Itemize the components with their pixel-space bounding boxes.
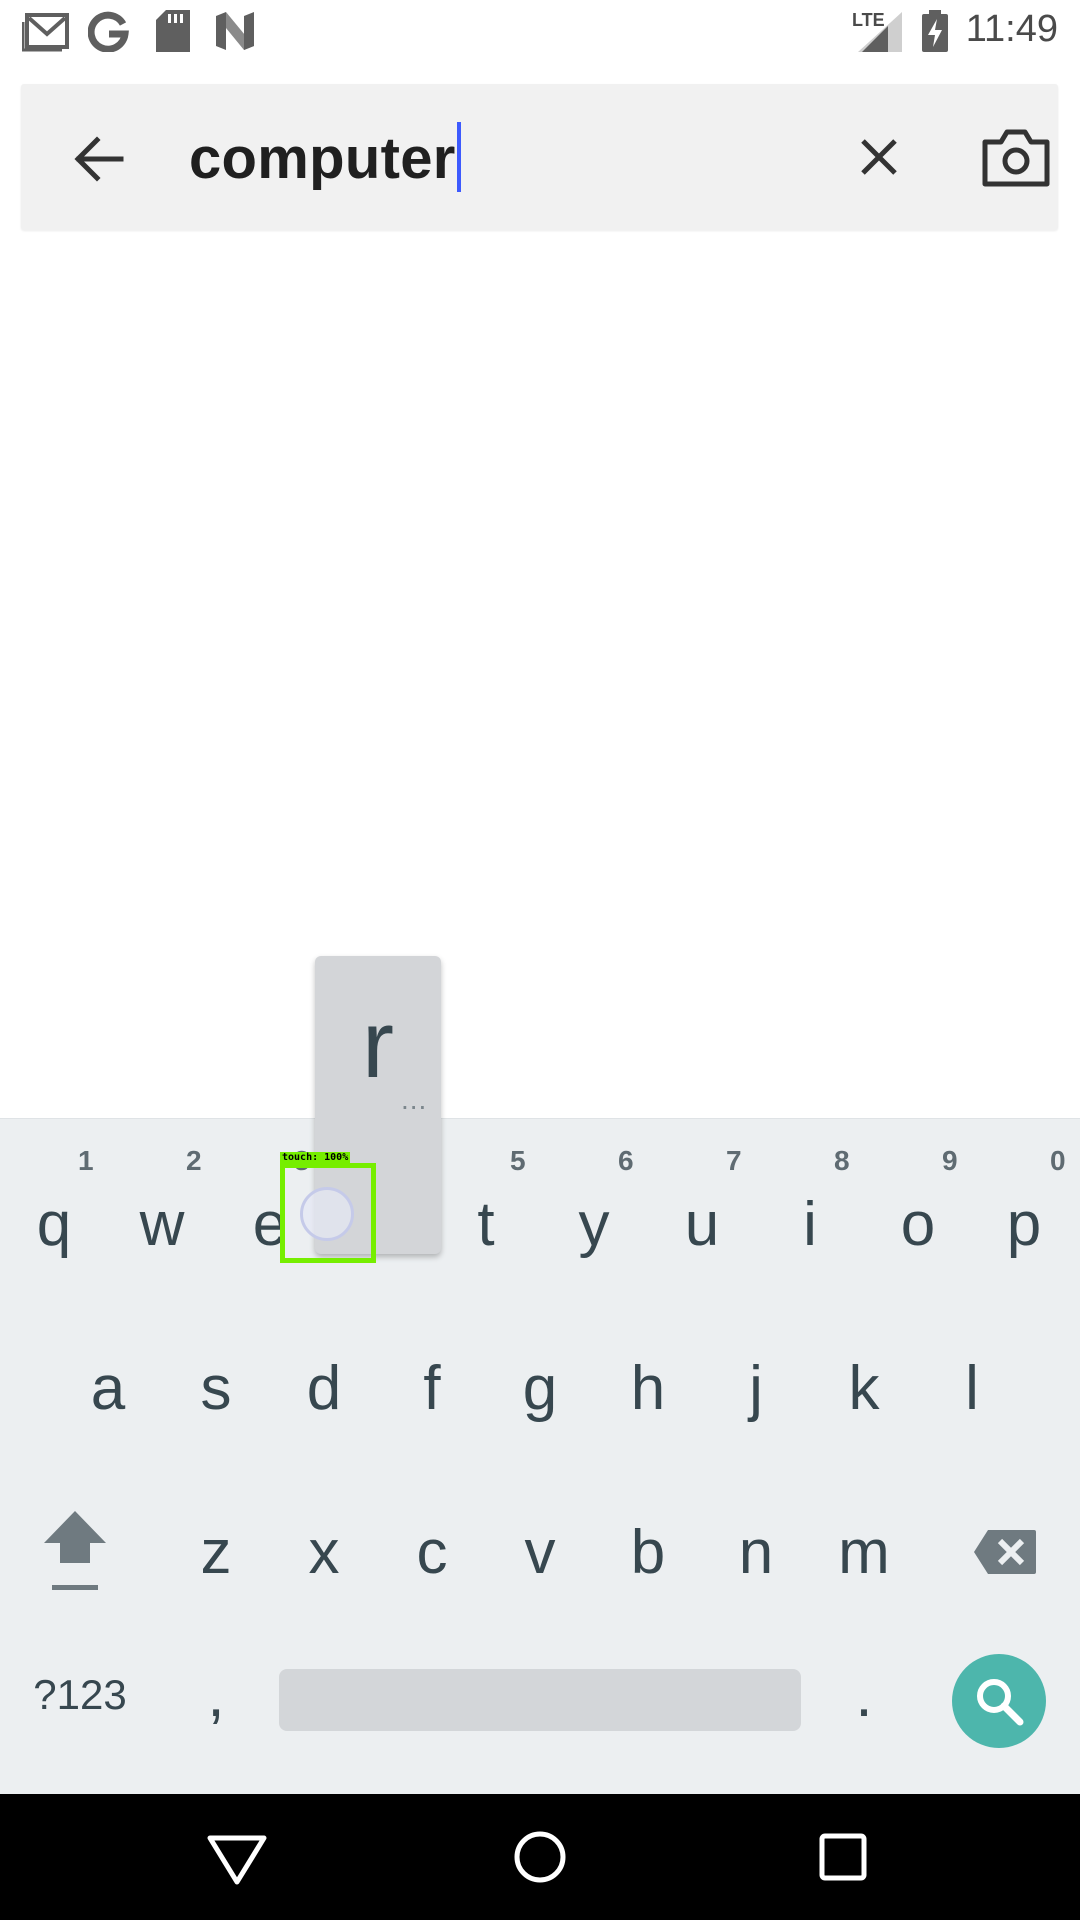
home-nav-icon[interactable]: [507, 1824, 573, 1890]
key-p[interactable]: p: [980, 1169, 1068, 1279]
hint-6: 6: [618, 1145, 634, 1176]
google-icon: [88, 11, 129, 52]
status-time: 11:49: [965, 8, 1058, 50]
key-q[interactable]: q: [10, 1169, 98, 1279]
gmail-icon: [22, 13, 69, 52]
battery-charging-icon: [922, 10, 948, 52]
more-keys-indicator: ...: [401, 1084, 428, 1115]
key-v[interactable]: v: [496, 1497, 584, 1607]
hint-9: 9: [942, 1145, 958, 1176]
backspace-icon: [974, 1530, 1036, 1574]
key-f[interactable]: f: [388, 1333, 476, 1443]
touch-overlay-label: touch: 100%: [280, 1152, 351, 1163]
search-bar: computer: [21, 84, 1058, 230]
search-button[interactable]: [952, 1654, 1046, 1748]
key-g[interactable]: g: [496, 1333, 584, 1443]
back-arrow-icon[interactable]: [69, 129, 129, 189]
key-z[interactable]: z: [172, 1497, 260, 1607]
key-c[interactable]: c: [388, 1497, 476, 1607]
key-d[interactable]: d: [280, 1333, 368, 1443]
key-u[interactable]: u: [658, 1169, 746, 1279]
key-s[interactable]: s: [172, 1333, 260, 1443]
key-l[interactable]: l: [928, 1333, 1016, 1443]
hint-1: 1: [78, 1145, 94, 1176]
search-query-text: computer: [189, 126, 456, 191]
hint-7: 7: [726, 1145, 742, 1176]
text-caret: [456, 122, 461, 192]
key-o[interactable]: o: [874, 1169, 962, 1279]
n-logo-icon: [216, 12, 254, 50]
backspace-key[interactable]: [950, 1497, 1060, 1607]
touch-indicator: [300, 1187, 354, 1241]
key-k[interactable]: k: [820, 1333, 908, 1443]
shift-icon: [44, 1511, 106, 1590]
key-w[interactable]: w: [118, 1169, 206, 1279]
hint-2: 2: [186, 1145, 202, 1176]
space-bar[interactable]: [279, 1669, 801, 1731]
comma-key[interactable]: ,: [172, 1645, 260, 1745]
symbols-key[interactable]: ?123: [20, 1645, 140, 1745]
hint-8: 8: [834, 1145, 850, 1176]
back-nav-icon[interactable]: [204, 1824, 270, 1890]
hint-5: 5: [510, 1145, 526, 1176]
hint-0: 0: [1050, 1145, 1066, 1176]
shift-key[interactable]: [20, 1497, 130, 1607]
camera-icon[interactable]: [981, 128, 1051, 188]
period-key[interactable]: .: [820, 1645, 908, 1745]
sd-card-icon: [156, 10, 190, 52]
soft-keyboard: q 1 w 2 e 3 r 4 t 5 y 6 u 7 i 8 o 9 p 0 …: [0, 1118, 1080, 1795]
clear-icon[interactable]: [851, 129, 907, 185]
key-h[interactable]: h: [604, 1333, 692, 1443]
key-y[interactable]: y: [550, 1169, 638, 1279]
key-m[interactable]: m: [820, 1497, 908, 1607]
key-a[interactable]: a: [64, 1333, 152, 1443]
key-n[interactable]: n: [712, 1497, 800, 1607]
search-input[interactable]: computer: [189, 122, 461, 192]
signal-icon: [858, 12, 902, 52]
recents-nav-icon[interactable]: [810, 1824, 876, 1890]
key-i[interactable]: i: [766, 1169, 854, 1279]
key-b[interactable]: b: [604, 1497, 692, 1607]
key-x[interactable]: x: [280, 1497, 368, 1607]
key-t[interactable]: t: [442, 1169, 530, 1279]
navigation-bar: [0, 1794, 1080, 1920]
key-j[interactable]: j: [712, 1333, 800, 1443]
search-icon: [977, 1679, 1024, 1726]
status-bar: LTE 11:49: [0, 0, 1080, 62]
